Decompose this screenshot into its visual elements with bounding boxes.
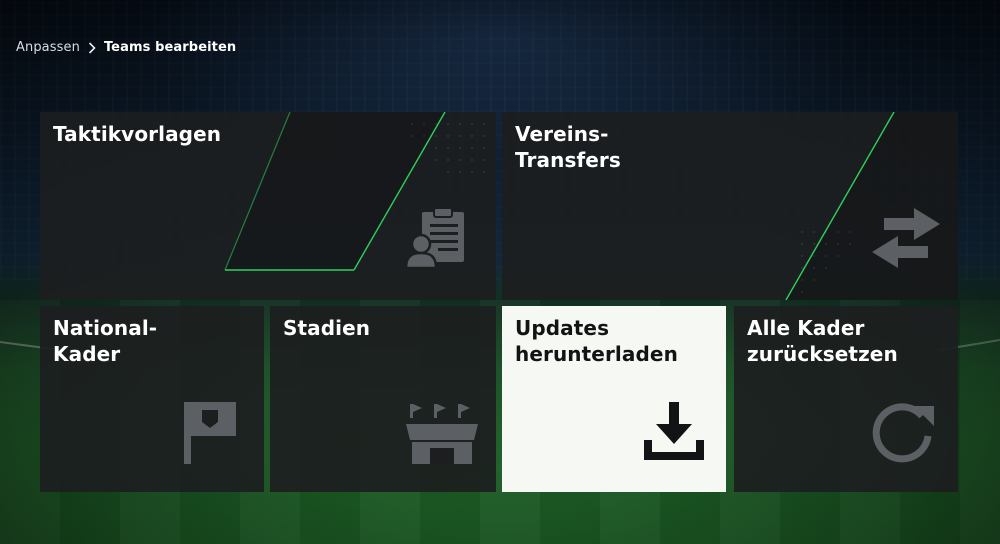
breadcrumb-parent[interactable]: Anpassen xyxy=(16,40,80,55)
breadcrumb: Anpassen Teams bearbeiten xyxy=(16,40,236,55)
tile-vereins-transfers[interactable]: Vereins- Transfers xyxy=(502,112,958,300)
breadcrumb-current: Teams bearbeiten xyxy=(103,40,237,55)
tile-title: Updates herunterladen xyxy=(515,316,678,366)
flag-icon xyxy=(184,402,236,464)
tile-taktikvorlagen[interactable]: Taktikvorlagen xyxy=(40,112,496,300)
tile-title: Taktikvorlagen xyxy=(53,122,222,146)
teams-edit-screen: Anpassen Teams bearbeiten Taktikvorlagen xyxy=(0,0,1000,544)
download-icon xyxy=(644,402,704,460)
transfer-arrows-icon xyxy=(872,208,940,268)
tile-updates-herunterladen[interactable]: Updates herunterladen xyxy=(502,306,726,492)
tile-national-kader[interactable]: National- Kader xyxy=(40,306,264,492)
chevron-right-icon xyxy=(86,41,98,55)
tile-title: National- Kader xyxy=(53,316,158,366)
tile-title: Stadien xyxy=(283,316,371,340)
tile-alle-kader-zuruecksetzen[interactable]: Alle Kader zurücksetzen xyxy=(734,306,958,492)
tile-title: Vereins- Transfers xyxy=(515,122,621,172)
tile-title: Alle Kader zurücksetzen xyxy=(747,316,898,366)
reset-icon xyxy=(872,403,934,463)
tile-stadien[interactable]: Stadien xyxy=(270,306,496,492)
stadium-icon xyxy=(406,404,478,464)
clipboard-user-icon xyxy=(404,207,464,270)
